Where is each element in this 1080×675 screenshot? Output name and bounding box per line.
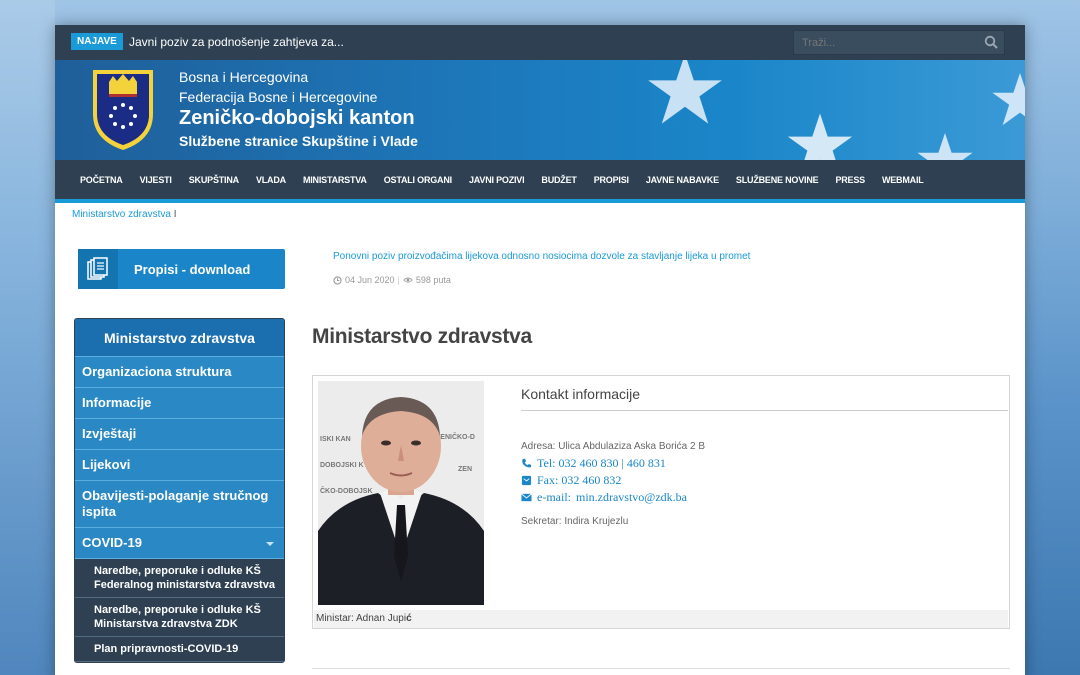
eye-icon [403,277,413,283]
secretary-text: Sekretar: Indira Krujezlu [521,516,629,527]
nav-item-pocetna[interactable]: POČETNA [80,175,123,185]
nav-item-ostali-organi[interactable]: OSTALI ORGANI [384,175,452,185]
nav-item-press[interactable]: PRESS [835,175,865,185]
najave-badge: NAJAVE [71,33,123,50]
nav-item-ministarstva[interactable]: MINISTARSTVA [303,175,367,185]
minister-caption: Ministar: Adnan Jupić [314,610,1008,628]
decorative-star [648,60,722,124]
propisi-download-button[interactable]: Propisi - download [78,249,285,289]
search-box [793,30,1005,55]
envelope-icon [521,493,532,502]
content-divider [312,668,1010,669]
email-label: e-mail: [537,490,571,504]
news-article-link[interactable]: Ponovni poziv proizvođačima lijekova odn… [333,251,750,262]
divider [521,410,1008,411]
minister-photo: ISKI KAN ZENIČKO-D DOBOJSKI K ZEN ČKO-DO… [318,381,484,605]
email-row: e-mail: min.zdravstvo@zdk.ba [521,490,687,505]
site-header: Bosna i Hercegovina Federacija Bosne i H… [55,60,1025,160]
nav-item-sluzbene-novine[interactable]: SLUŽBENE NOVINE [736,175,819,185]
email-link[interactable]: min.zdravstvo@zdk.ba [576,490,687,505]
coat-of-arms-logo[interactable] [90,68,156,152]
fax-text: Fax: 032 460 832 [537,473,622,487]
sidebar-subitem-plan-pripravnosti[interactable]: Plan pripravnosti-COVID-19 [75,637,284,662]
sidebar-item-covid[interactable]: COVID-19 [75,528,284,559]
minister-card: ISKI KAN ZENIČKO-D DOBOJSKI K ZEN ČKO-DO… [312,375,1010,629]
news-ticker-link[interactable]: Javni poziv za podnošenje zahtjeva za... [129,35,344,49]
chevron-down-icon[interactable] [266,542,274,546]
main-nav: POČETNA VIJESTI SKUPŠTINA VLADA MINISTAR… [55,160,1025,203]
breadcrumb-item[interactable]: Ministarstvo zdravstva [72,209,171,220]
fax-icon [521,475,532,486]
search-icon[interactable] [984,35,998,49]
fax-row: Fax: 032 460 832 [521,473,621,488]
meta-divider: | [397,275,400,285]
clock-icon [333,275,342,285]
sidebar-item-organizaciona-struktura[interactable]: Organizaciona struktura [75,357,284,388]
sidebar-item-lijekovi[interactable]: Lijekovi [75,450,284,481]
svg-text:DOBOJSKI K: DOBOJSKI K [320,462,364,469]
svg-text:ZENIČKO-D: ZENIČKO-D [436,432,475,441]
documents-icon [78,249,118,289]
header-title[interactable]: Zeničko-dobojski kanton [179,107,415,130]
header-country: Bosna i Hercegovina [179,69,309,85]
background [0,0,55,675]
nav-item-skupstina[interactable]: SKUPŠTINA [189,175,239,185]
nav-item-budzet[interactable]: BUDŽET [541,175,576,185]
nav-item-javni-pozivi[interactable]: JAVNI POZIVI [469,175,525,185]
breadcrumb: Ministarstvo zdravstva I [72,209,176,220]
sidebar-item-informacije[interactable]: Informacije [75,388,284,419]
news-date: 04 Jun 2020 [345,275,395,285]
propisi-label: Propisi - download [134,261,251,277]
nav-item-webmail[interactable]: WEBMAIL [882,175,924,185]
sidebar-item-izvjestaji[interactable]: Izvještaji [75,419,284,450]
nav-item-vlada[interactable]: VLADA [256,175,286,185]
sidebar-subitem-zdk-naredbe[interactable]: Naredbe, preporuke i odluke KŠ Ministars… [75,598,284,637]
page-title: Ministarstvo zdravstva [312,325,532,348]
breadcrumb-separator: I [173,209,177,220]
page-container: NAJAVE Javni poziv za podnošenje zahtjev… [55,25,1025,675]
minister-caption-suffix: ć [406,613,412,624]
svg-text:ZEN: ZEN [458,466,472,473]
news-meta: 04 Jun 2020 | 598 puta [333,275,451,285]
sidebar-title[interactable]: Ministarstvo zdravstva [75,319,284,357]
svg-text:ISKI KAN: ISKI KAN [320,436,351,443]
header-subtitle: Službene stranice Skupštine i Vlade [179,133,418,149]
phone-row: Tel: 032 460 830 | 460 831 [521,456,666,471]
header-federation: Federacija Bosne i Hercegovine [179,89,378,105]
decorative-star [787,113,853,160]
phone-icon [522,458,532,468]
kontakt-title: Kontakt informacije [521,386,641,402]
nav-item-javne-nabavke[interactable]: JAVNE NABAVKE [646,175,719,185]
address-text: Adresa: Ulica Abdulaziza Aska Borića 2 B [521,441,705,452]
top-bar: NAJAVE Javni poziv za podnošenje zahtjev… [55,25,1025,60]
decorative-star [992,73,1025,126]
decorative-star [917,133,973,160]
nav-item-propisi[interactable]: PROPISI [594,175,629,185]
news-views: 598 puta [415,275,451,285]
sidebar-item-covid-label: COVID-19 [82,535,142,550]
sidebar-menu: Ministarstvo zdravstva Organizaciona str… [74,318,285,663]
sidebar-item-obavijesti[interactable]: Obavijesti-polaganje stručnog ispita [75,481,284,528]
search-input[interactable] [794,31,974,54]
svg-text:ČKO-DOBOJSK: ČKO-DOBOJSK [320,486,373,495]
nav-item-vijesti[interactable]: VIJESTI [140,175,172,185]
minister-caption-name: Ministar: Adnan Jupi [316,613,407,624]
phone-text[interactable]: Tel: 032 460 830 | 460 831 [537,456,666,471]
sidebar-subitem-federalne-naredbe[interactable]: Naredbe, preporuke i odluke KŠ Federalno… [75,559,284,598]
